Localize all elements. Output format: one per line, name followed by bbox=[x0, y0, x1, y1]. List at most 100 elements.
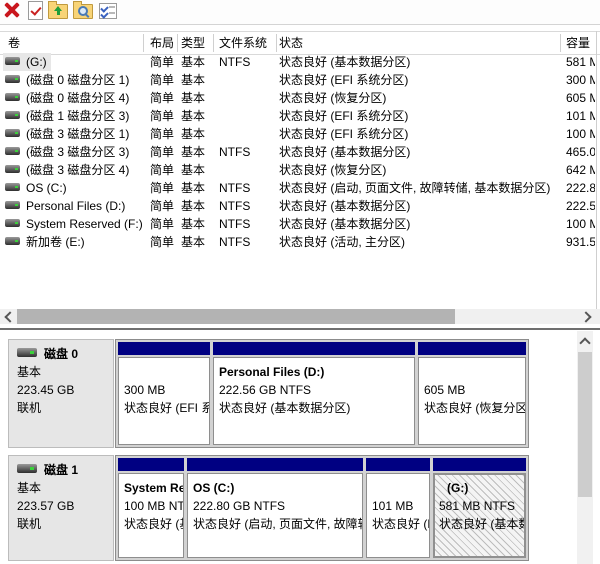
partition-c[interactable]: OS (C:) 222.80 GB NTFS 状态良好 (启动, 页面文件, 故… bbox=[187, 458, 363, 558]
check-document-icon[interactable] bbox=[24, 1, 46, 22]
type-cell: 基本 bbox=[181, 71, 205, 89]
selected-partition-hatch: (G:) 581 MB NTFS 状态良好 (基本数据分区) bbox=[433, 473, 526, 558]
partition-label bbox=[372, 479, 425, 497]
layout-cell: 简单 bbox=[150, 233, 174, 251]
volume-icon bbox=[5, 111, 20, 119]
partition-label: (G:) bbox=[439, 479, 521, 497]
table-row[interactable]: (磁盘 3 磁盘分区 4) 简单 基本 状态良好 (恢复分区) 642 MB bbox=[0, 161, 600, 179]
table-row[interactable]: (磁盘 1 磁盘分区 3) 简单 基本 状态良好 (EFI 系统分区) 101 … bbox=[0, 107, 600, 125]
disk-1-partitions: System Reserved (F:) 100 MB NTFS 状态良好 (基… bbox=[115, 455, 529, 561]
column-header-layout[interactable]: 布局 bbox=[150, 32, 174, 54]
fs-cell: NTFS bbox=[219, 215, 250, 233]
table-row[interactable]: (磁盘 3 磁盘分区 1) 简单 基本 状态良好 (EFI 系统分区) 100 … bbox=[0, 125, 600, 143]
scroll-left-button[interactable] bbox=[0, 309, 17, 324]
volume-icon bbox=[5, 147, 20, 155]
partition-label bbox=[424, 363, 521, 381]
fs-cell: NTFS bbox=[219, 233, 250, 251]
column-header-volume[interactable]: 卷 bbox=[8, 32, 20, 54]
partition-status: 状态良好 (EFI 系统分区) bbox=[372, 515, 425, 533]
column-divider[interactable] bbox=[143, 34, 144, 52]
partition-d[interactable]: Personal Files (D:) 222.56 GB NTFS 状态良好 … bbox=[213, 342, 415, 445]
column-divider[interactable] bbox=[276, 34, 277, 52]
folder-search-icon[interactable] bbox=[72, 1, 94, 22]
layout-cell: 简单 bbox=[150, 179, 174, 197]
status-cell: 状态良好 (恢复分区) bbox=[279, 89, 559, 107]
delete-icon[interactable] bbox=[1, 1, 23, 22]
layout-cell: 简单 bbox=[150, 197, 174, 215]
vertical-scrollbar[interactable] bbox=[577, 331, 593, 564]
table-row[interactable]: Personal Files (D:) 简单 基本 NTFS 状态良好 (基本数… bbox=[0, 197, 600, 215]
status-cell: 状态良好 (基本数据分区) bbox=[279, 215, 559, 233]
partition-size: 100 MB NTFS bbox=[124, 497, 179, 515]
volume-name: (磁盘 0 磁盘分区 4) bbox=[26, 91, 129, 105]
list-right-border bbox=[596, 31, 597, 324]
status-cell: 状态良好 (活动, 主分区) bbox=[279, 233, 559, 251]
volume-name: (磁盘 1 磁盘分区 3) bbox=[26, 109, 129, 123]
column-header-capacity[interactable]: 容量 bbox=[566, 32, 590, 54]
checklist-icon[interactable] bbox=[97, 1, 119, 22]
volume-list-header: 卷 布局 类型 文件系统 状态 容量 bbox=[0, 31, 600, 55]
column-header-status[interactable]: 状态 bbox=[279, 32, 303, 54]
partition-status: 状态良好 (基本数据分区) bbox=[219, 399, 410, 417]
partition-system-reserved[interactable]: System Reserved (F:) 100 MB NTFS 状态良好 (基… bbox=[118, 458, 184, 558]
partition-status: 状态良好 (基本数据分区) bbox=[439, 515, 521, 533]
volume-name: (磁盘 0 磁盘分区 1) bbox=[26, 73, 129, 87]
capacity-cell: 300 MB bbox=[566, 71, 595, 89]
type-cell: 基本 bbox=[181, 233, 205, 251]
partition-label: System Reserved (F:) bbox=[124, 479, 179, 497]
folder-up-icon[interactable] bbox=[47, 1, 69, 22]
graphical-view: 磁盘 0 基本 223.45 GB 联机 300 MB 状态良好 (EFI 系统… bbox=[0, 331, 600, 564]
type-cell: 基本 bbox=[181, 161, 205, 179]
column-divider[interactable] bbox=[213, 34, 214, 52]
disk-1-panel[interactable]: 磁盘 1 基本 223.57 GB 联机 bbox=[8, 455, 114, 561]
table-row[interactable]: (磁盘 0 磁盘分区 1) 简单 基本 状态良好 (EFI 系统分区) 300 … bbox=[0, 71, 600, 89]
partition-status: 状态良好 (恢复分区) bbox=[424, 399, 521, 417]
type-cell: 基本 bbox=[181, 53, 205, 71]
selected-volume-highlight: (G:) bbox=[3, 53, 51, 71]
pane-splitter[interactable] bbox=[0, 328, 600, 330]
table-row[interactable]: System Reserved (F:) 简单 基本 NTFS 状态良好 (基本… bbox=[0, 215, 600, 233]
table-row[interactable]: OS (C:) 简单 基本 NTFS 状态良好 (启动, 页面文件, 故障转储,… bbox=[0, 179, 600, 197]
volume-name: (磁盘 3 磁盘分区 1) bbox=[26, 127, 129, 141]
disk-icon bbox=[17, 348, 37, 357]
column-divider[interactable] bbox=[560, 34, 561, 52]
partition-size: 222.56 GB NTFS bbox=[219, 381, 410, 399]
partition-size: 222.80 GB NTFS bbox=[193, 497, 358, 515]
scroll-up-button[interactable] bbox=[577, 333, 593, 351]
layout-cell: 简单 bbox=[150, 53, 174, 71]
layout-cell: 简单 bbox=[150, 143, 174, 161]
partition-efi-disk1[interactable]: 101 MB 状态良好 (EFI 系统分区) bbox=[366, 458, 430, 558]
table-row[interactable]: 新加卷 (E:) 简单 基本 NTFS 状态良好 (活动, 主分区) 931.5… bbox=[0, 233, 600, 251]
layout-cell: 简单 bbox=[150, 107, 174, 125]
partition-color-bar bbox=[213, 342, 415, 355]
horizontal-scrollbar[interactable] bbox=[0, 309, 600, 324]
disk-state: 联机 bbox=[17, 515, 113, 533]
partition-color-bar bbox=[366, 458, 430, 471]
volume-name: OS (C:) bbox=[26, 181, 67, 195]
volume-icon bbox=[5, 201, 20, 209]
type-cell: 基本 bbox=[181, 215, 205, 233]
status-cell: 状态良好 (EFI 系统分区) bbox=[279, 71, 559, 89]
type-cell: 基本 bbox=[181, 143, 205, 161]
partition-efi[interactable]: 300 MB 状态良好 (EFI 系统分区) bbox=[118, 342, 210, 445]
scroll-right-button[interactable] bbox=[579, 309, 596, 324]
vertical-scrollbar-thumb[interactable] bbox=[578, 352, 592, 497]
partition-g-selected[interactable]: (G:) 581 MB NTFS 状态良好 (基本数据分区) bbox=[433, 458, 526, 558]
table-row-g[interactable]: (G:) 简单 基本 NTFS 状态良好 (基本数据分区) 581 MB bbox=[0, 53, 600, 71]
table-row[interactable]: (磁盘 0 磁盘分区 4) 简单 基本 状态良好 (恢复分区) 605 MB bbox=[0, 89, 600, 107]
partition-size: 101 MB bbox=[372, 497, 425, 515]
type-cell: 基本 bbox=[181, 197, 205, 215]
table-row[interactable]: (磁盘 3 磁盘分区 3) 简单 基本 NTFS 状态良好 (基本数据分区) 4… bbox=[0, 143, 600, 161]
column-header-type[interactable]: 类型 bbox=[181, 32, 205, 54]
capacity-cell: 101 MB bbox=[566, 107, 595, 125]
volume-icon bbox=[5, 93, 20, 101]
horizontal-scrollbar-thumb[interactable] bbox=[17, 309, 455, 324]
disk-0-panel[interactable]: 磁盘 0 基本 223.45 GB 联机 bbox=[8, 339, 114, 448]
status-cell: 状态良好 (EFI 系统分区) bbox=[279, 107, 559, 125]
column-header-fs[interactable]: 文件系统 bbox=[219, 32, 267, 54]
capacity-cell: 100 MB bbox=[566, 125, 595, 143]
disk-0-group: 磁盘 0 基本 223.45 GB 联机 300 MB 状态良好 (EFI 系统… bbox=[8, 339, 529, 448]
partition-recovery[interactable]: 605 MB 状态良好 (恢复分区) bbox=[418, 342, 526, 445]
partition-color-bar bbox=[418, 342, 526, 355]
column-divider[interactable] bbox=[177, 34, 178, 52]
